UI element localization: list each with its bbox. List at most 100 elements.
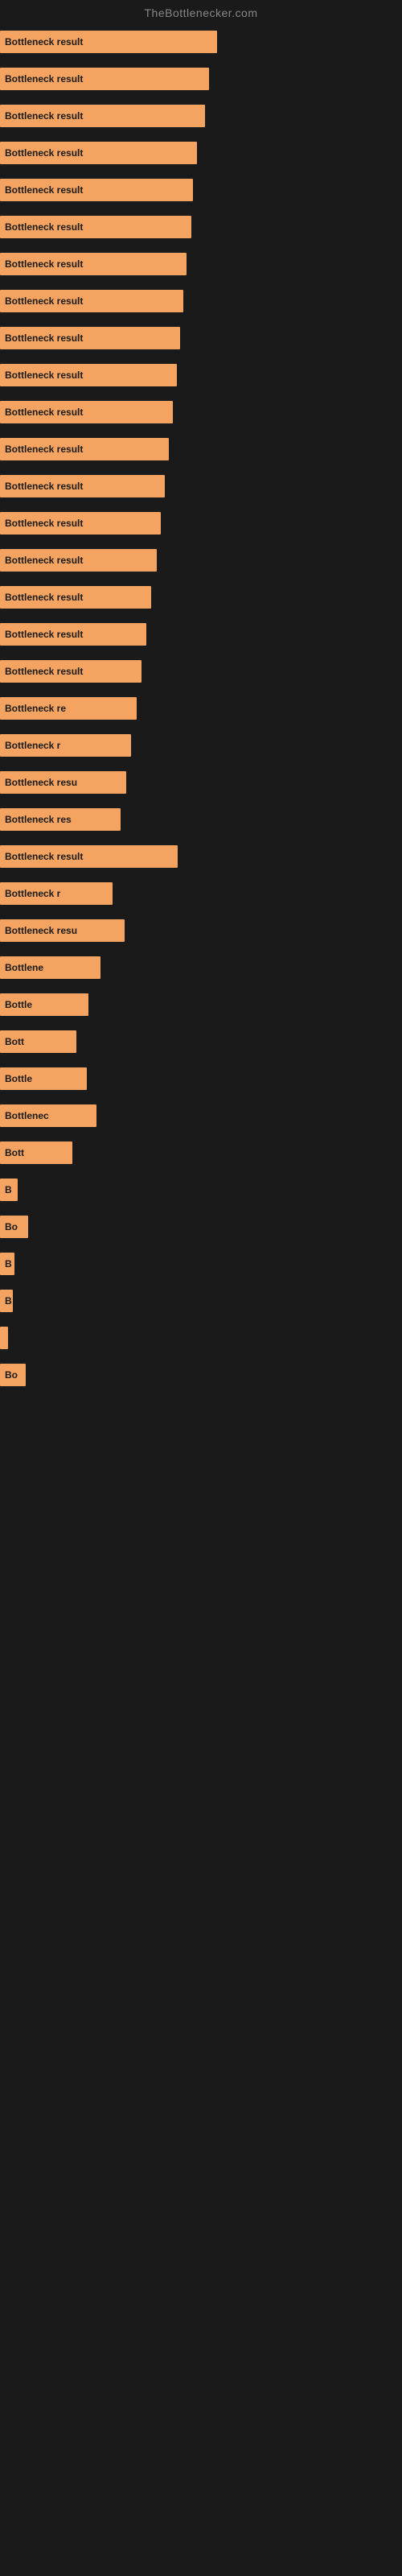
bar-label-22: Bottleneck result — [5, 851, 83, 862]
bar-row: Bottleneck result — [0, 401, 402, 423]
bar-row: Bottleneck result — [0, 105, 402, 127]
bar-22: Bottleneck result — [0, 845, 178, 868]
bar-1: Bottleneck result — [0, 68, 209, 90]
bar-row: Bottleneck result — [0, 216, 402, 238]
bar-label-17: Bottleneck result — [5, 666, 83, 677]
bar-row: Bottleneck r — [0, 734, 402, 757]
bar-row: Bottleneck result — [0, 31, 402, 53]
bar-label-32: Bo — [5, 1221, 18, 1232]
bar-19: Bottleneck r — [0, 734, 131, 757]
bar-row: Bottleneck resu — [0, 919, 402, 942]
bar-33: B — [0, 1253, 14, 1275]
bar-label-5: Bottleneck result — [5, 221, 83, 233]
bar-20: Bottleneck resu — [0, 771, 126, 794]
bar-row: Bottleneck result — [0, 549, 402, 572]
bar-label-34: B — [5, 1295, 12, 1307]
bars-container: Bottleneck result Bottleneck result Bottle… — [0, 23, 402, 1409]
bar-row: Bottleneck result — [0, 179, 402, 201]
bar-4: Bottleneck result — [0, 179, 193, 201]
bar-row: Bottlenec — [0, 1104, 402, 1127]
bar-32: Bo — [0, 1216, 28, 1238]
bar-36: Bo — [0, 1364, 26, 1386]
bar-30: Bott — [0, 1141, 72, 1164]
bar-label-15: Bottleneck result — [5, 592, 83, 603]
site-title: TheBottlenecker.com — [0, 0, 402, 23]
bar-label-0: Bottleneck result — [5, 36, 83, 47]
bar-label-29: Bottlenec — [5, 1110, 49, 1121]
bar-row: Bottleneck res — [0, 808, 402, 831]
bar-row: Bottleneck result — [0, 845, 402, 868]
bar-3: Bottleneck result — [0, 142, 197, 164]
bar-35 — [0, 1327, 8, 1349]
bar-12: Bottleneck result — [0, 475, 165, 497]
bar-label-19: Bottleneck r — [5, 740, 60, 751]
bar-18: Bottleneck re — [0, 697, 137, 720]
bar-label-23: Bottleneck r — [5, 888, 60, 899]
bar-27: Bott — [0, 1030, 76, 1053]
bar-label-30: Bott — [5, 1147, 24, 1158]
bar-row — [0, 1327, 402, 1349]
bar-label-10: Bottleneck result — [5, 407, 83, 418]
bar-row: Bottleneck result — [0, 253, 402, 275]
bar-label-25: Bottlene — [5, 962, 43, 973]
bar-row: Bottleneck result — [0, 438, 402, 460]
bar-label-16: Bottleneck result — [5, 629, 83, 640]
bar-7: Bottleneck result — [0, 290, 183, 312]
bar-label-9: Bottleneck result — [5, 369, 83, 381]
bar-label-26: Bottle — [5, 999, 32, 1010]
bar-row: Bottle — [0, 1067, 402, 1090]
bar-14: Bottleneck result — [0, 549, 157, 572]
bar-row: Bottleneck resu — [0, 771, 402, 794]
bar-5: Bottleneck result — [0, 216, 191, 238]
bar-label-4: Bottleneck result — [5, 184, 83, 196]
bar-16: Bottleneck result — [0, 623, 146, 646]
bar-28: Bottle — [0, 1067, 87, 1090]
bar-row: Bottleneck re — [0, 697, 402, 720]
bar-row: Bottleneck result — [0, 364, 402, 386]
bar-34: B — [0, 1290, 13, 1312]
bar-row: Bottle — [0, 993, 402, 1016]
bar-9: Bottleneck result — [0, 364, 177, 386]
bar-10: Bottleneck result — [0, 401, 173, 423]
bar-row: B — [0, 1290, 402, 1312]
bar-label-7: Bottleneck result — [5, 295, 83, 307]
bar-31: B — [0, 1179, 18, 1201]
bar-row: Bo — [0, 1364, 402, 1386]
bar-26: Bottle — [0, 993, 88, 1016]
bar-label-33: B — [5, 1258, 12, 1269]
bar-21: Bottleneck res — [0, 808, 121, 831]
bar-label-28: Bottle — [5, 1073, 32, 1084]
bar-label-36: Bo — [5, 1369, 18, 1381]
bar-label-20: Bottleneck resu — [5, 777, 77, 788]
bar-label-13: Bottleneck result — [5, 518, 83, 529]
bar-23: Bottleneck r — [0, 882, 113, 905]
bar-label-12: Bottleneck result — [5, 481, 83, 492]
bar-row: Bottleneck result — [0, 623, 402, 646]
bar-row: Bottlene — [0, 956, 402, 979]
bar-row: Bottleneck result — [0, 475, 402, 497]
bar-row: B — [0, 1253, 402, 1275]
bar-row: Bottleneck result — [0, 142, 402, 164]
bar-row: Bottleneck r — [0, 882, 402, 905]
bar-0: Bottleneck result — [0, 31, 217, 53]
bar-label-3: Bottleneck result — [5, 147, 83, 159]
bar-label-27: Bott — [5, 1036, 24, 1047]
bar-row: Bottleneck result — [0, 327, 402, 349]
bar-label-14: Bottleneck result — [5, 555, 83, 566]
bar-13: Bottleneck result — [0, 512, 161, 535]
bar-6: Bottleneck result — [0, 253, 187, 275]
bar-25: Bottlene — [0, 956, 100, 979]
bar-row: Bott — [0, 1030, 402, 1053]
bar-row: Bott — [0, 1141, 402, 1164]
bar-label-11: Bottleneck result — [5, 444, 83, 455]
bar-label-24: Bottleneck resu — [5, 925, 77, 936]
bar-11: Bottleneck result — [0, 438, 169, 460]
bar-8: Bottleneck result — [0, 327, 180, 349]
bar-row: Bottleneck result — [0, 660, 402, 683]
bar-17: Bottleneck result — [0, 660, 142, 683]
bar-label-6: Bottleneck result — [5, 258, 83, 270]
bar-row: Bottleneck result — [0, 512, 402, 535]
bar-label-21: Bottleneck res — [5, 814, 72, 825]
bar-label-18: Bottleneck re — [5, 703, 66, 714]
bar-row: Bottleneck result — [0, 290, 402, 312]
